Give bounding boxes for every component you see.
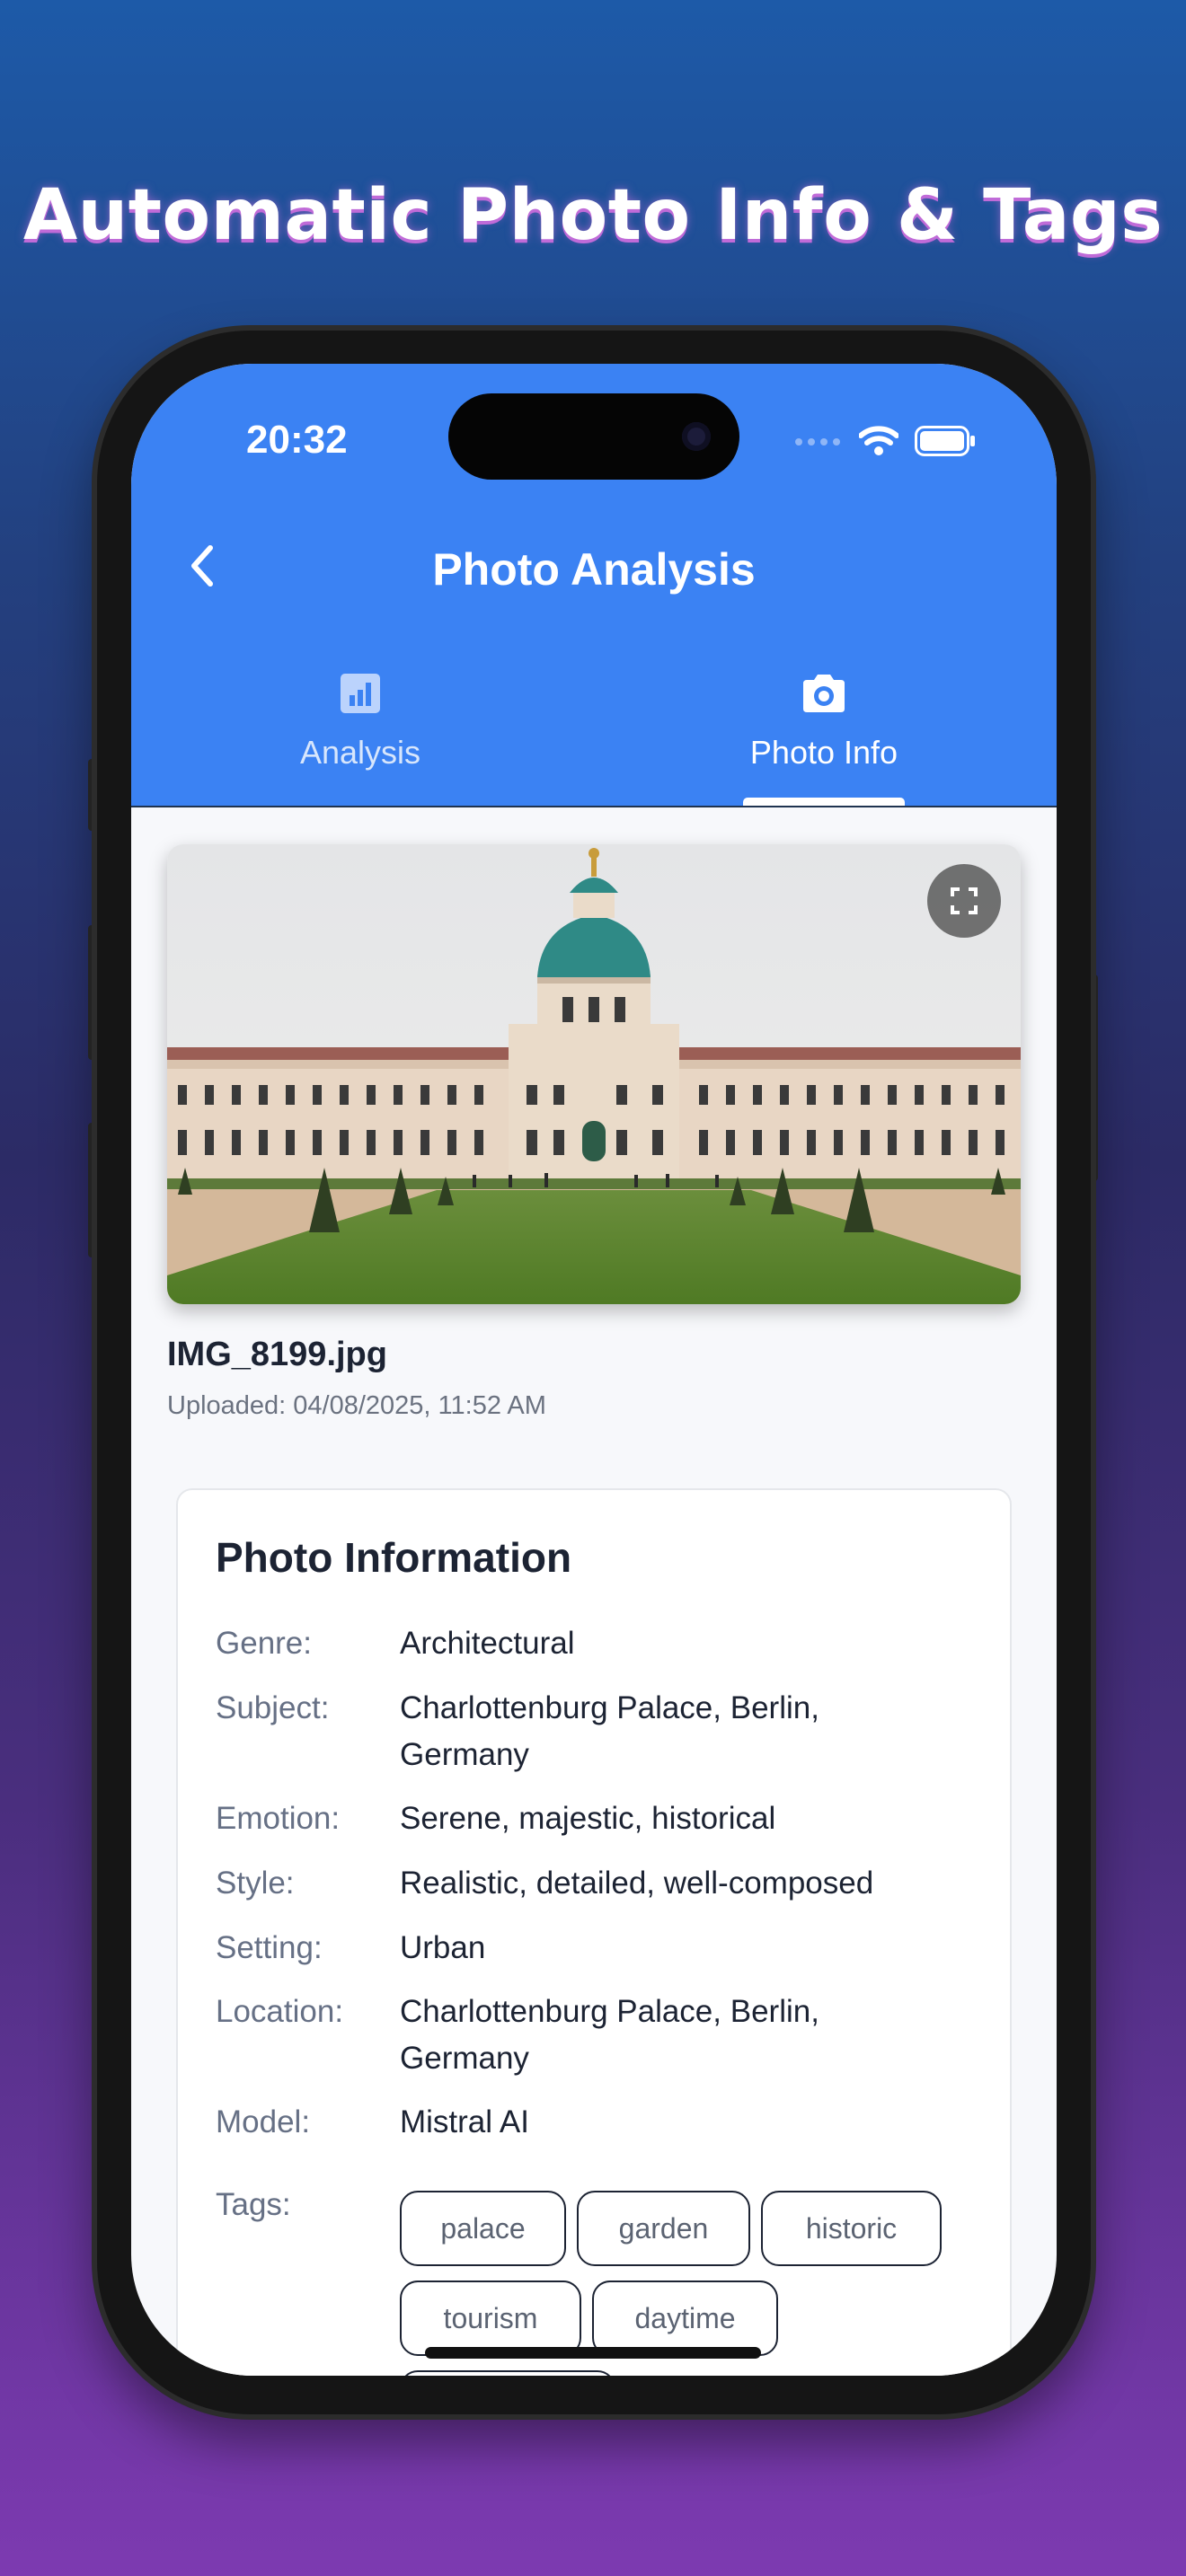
info-value: Urban: [400, 1930, 486, 1965]
photo-filename: IMG_8199.jpg: [167, 1336, 387, 1373]
info-label: Tags:: [216, 2187, 291, 2222]
photo-information-card: Photo Information Genre: Architectural S…: [176, 1488, 1012, 2376]
bar-chart-icon: [341, 674, 380, 713]
tag-chip-partial[interactable]: [400, 2370, 615, 2376]
status-time: 20:32: [246, 418, 348, 462]
dynamic-island: [448, 393, 739, 480]
tag-chip[interactable]: palace: [400, 2191, 566, 2266]
info-label: Model:: [216, 2104, 311, 2139]
info-label: Location:: [216, 1994, 344, 2029]
palace-photo: [167, 844, 1021, 1304]
phone-volume-down: [88, 1123, 97, 1257]
tab-photo-info[interactable]: Photo Info: [689, 669, 959, 772]
headline: Automatic Photo Info & Tags: [22, 175, 1164, 256]
fullscreen-button[interactable]: [927, 864, 1001, 938]
front-camera-icon: [682, 422, 711, 451]
phone-action-button: [88, 759, 97, 831]
phone-volume-up: [88, 925, 97, 1060]
status-icons: [794, 425, 976, 457]
tag-chip[interactable]: tourism: [400, 2280, 581, 2356]
page-title: Photo Analysis: [432, 544, 756, 595]
info-value: Charlottenburg Palace, Berlin, Germany: [400, 1690, 819, 1772]
app-bar: 20:32 Photo Analysis Analysis Photo Info: [131, 364, 1057, 807]
tab-analysis[interactable]: Analysis: [226, 669, 495, 772]
wifi-icon: [859, 426, 898, 455]
active-tab-indicator: [743, 798, 905, 806]
info-label: Genre:: [216, 1626, 312, 1661]
info-label: Setting:: [216, 1930, 323, 1965]
signal-icon: [795, 438, 840, 446]
tag-chip[interactable]: daytime: [592, 2280, 778, 2356]
battery-icon: [915, 426, 975, 456]
info-value: Mistral AI: [400, 2104, 529, 2139]
tag-chip[interactable]: garden: [577, 2191, 750, 2266]
tab-analysis-label: Analysis: [299, 734, 421, 771]
info-value: Realistic, detailed, well-composed: [400, 1866, 874, 1901]
phone-screen: 20:32 Photo Analysis Analysis Photo Info…: [131, 364, 1057, 2376]
info-value: Serene, majestic, historical: [400, 1801, 776, 1836]
home-indicator: [425, 2347, 761, 2359]
tag-chip[interactable]: historic: [761, 2191, 942, 2266]
tab-photo-info-label: Photo Info: [749, 734, 898, 771]
info-label: Subject:: [216, 1690, 330, 1725]
info-label: Emotion:: [216, 1801, 341, 1836]
camera-icon: [803, 675, 845, 712]
expand-icon: [951, 887, 978, 914]
info-value: Architectural: [400, 1626, 575, 1661]
info-card-title: Photo Information: [216, 1534, 572, 1581]
info-label: Style:: [216, 1866, 295, 1901]
photo-preview[interactable]: [167, 844, 1021, 1304]
info-value: Charlottenburg Palace, Berlin, Germany: [400, 1994, 819, 2076]
upload-timestamp: Uploaded: 04/08/2025, 11:52 AM: [167, 1391, 546, 1420]
